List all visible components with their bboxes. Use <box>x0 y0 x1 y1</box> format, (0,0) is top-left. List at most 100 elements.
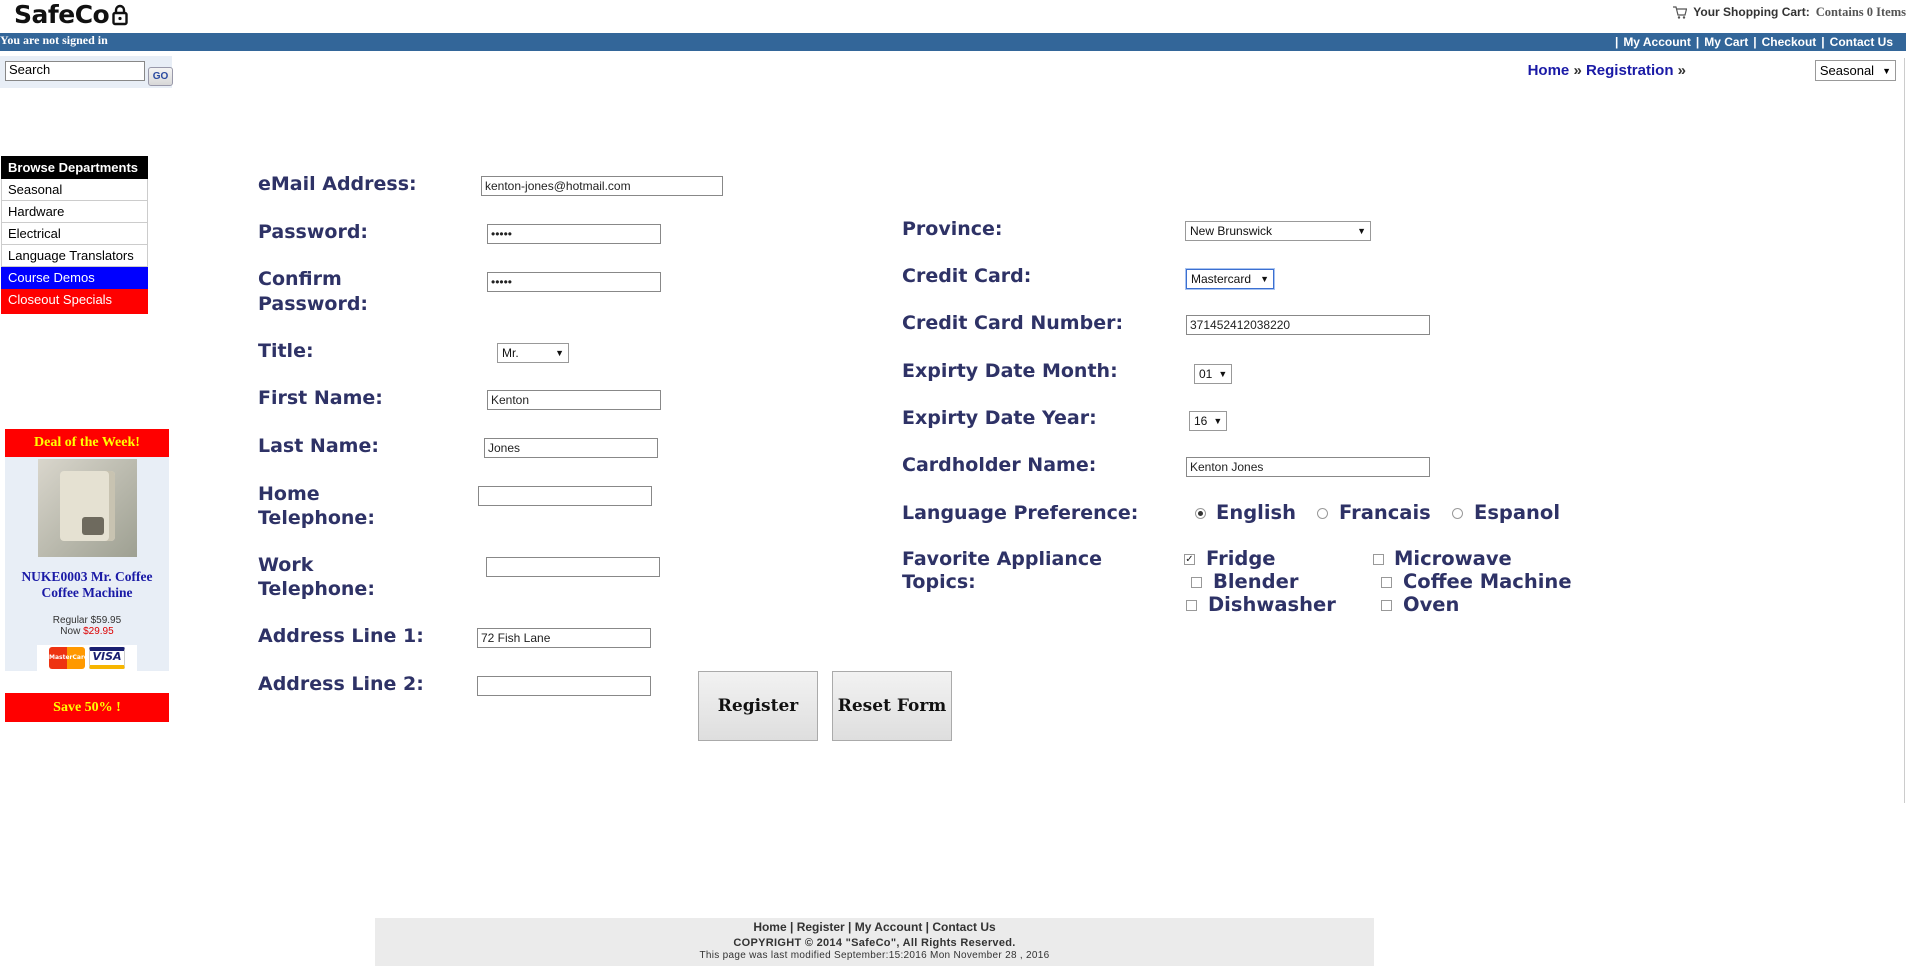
work-telephone-field[interactable] <box>486 557 660 577</box>
nav-my-account[interactable]: My Account <box>1623 35 1691 49</box>
first-name-field[interactable]: Kenton <box>487 390 661 410</box>
credit-card-select[interactable]: Mastercard ▼ <box>1186 269 1274 289</box>
chevron-down-icon: ▼ <box>1882 65 1891 76</box>
language-english-radio[interactable] <box>1195 508 1206 519</box>
credit-card-select-value: Mastercard <box>1191 272 1252 286</box>
footer-link-my-account[interactable]: My Account <box>855 920 923 934</box>
departments-title: Browse Departments <box>1 156 148 179</box>
nav-sep: | <box>1695 35 1700 49</box>
work-telephone-label-2: Telephone: <box>258 578 375 600</box>
expiry-month-label: Expirty Date Month: <box>902 360 1118 382</box>
appliance-topics-label-2: Topics: <box>902 571 976 593</box>
nav-checkout[interactable]: Checkout <box>1762 35 1817 49</box>
topic-coffee-machine-label: Coffee Machine <box>1403 570 1572 593</box>
address-line-2-label: Address Line 2: <box>258 673 424 695</box>
search-input[interactable]: Search <box>5 61 145 81</box>
chevron-down-icon: ▼ <box>1218 369 1228 379</box>
logo-text: SafeCo <box>14 0 110 29</box>
cart-icon <box>1673 5 1688 19</box>
deal-title: Deal of the Week! <box>5 429 169 457</box>
expiry-year-select-value: 16 <box>1194 414 1208 428</box>
confirm-password-field[interactable]: ••••• <box>487 272 661 292</box>
home-telephone-field[interactable] <box>478 486 652 506</box>
confirm-password-label-1: Confirm <box>258 268 342 290</box>
signin-status: You are not signed in <box>0 33 108 47</box>
topic-oven-label: Oven <box>1403 593 1460 616</box>
title-select[interactable]: Mr. ▼ <box>497 343 569 363</box>
language-francais-label: Francais <box>1339 501 1431 524</box>
address-line-1-field[interactable]: 72 Fish Lane <box>477 628 651 648</box>
nav-contact-us[interactable]: Contact Us <box>1830 35 1893 49</box>
appliance-topics-label-1: Favorite Appliance <box>902 548 1103 570</box>
breadcrumb-registration[interactable]: Registration <box>1586 62 1674 79</box>
title-label: Title: <box>258 340 314 362</box>
topic-fridge-checkbox[interactable]: ✓ <box>1184 554 1195 565</box>
last-name-field[interactable]: Jones <box>484 438 658 458</box>
language-espanol-label: Espanol <box>1474 501 1561 524</box>
topic-blender-checkbox[interactable] <box>1191 577 1202 588</box>
topic-blender-label: Blender <box>1213 570 1299 593</box>
reset-form-button[interactable]: Reset Form <box>832 671 952 741</box>
expiry-year-label: Expirty Date Year: <box>902 407 1097 429</box>
credit-card-number-label: Credit Card Number: <box>902 312 1124 334</box>
topic-coffee-machine-checkbox[interactable] <box>1381 577 1392 588</box>
province-select[interactable]: New Brunswick ▼ <box>1185 221 1371 241</box>
footer-last-modified: This page was last modified September:15… <box>699 950 1050 961</box>
nav-sep: | <box>1821 35 1825 49</box>
footer-link-register[interactable]: Register <box>797 920 845 934</box>
deal-product-name[interactable]: NUKE0003 Mr. Coffee Coffee Machine <box>5 569 169 601</box>
topic-dishwasher-checkbox[interactable] <box>1186 600 1197 611</box>
nav-my-cart[interactable]: My Cart <box>1704 35 1748 49</box>
title-select-value: Mr. <box>502 346 519 360</box>
expiry-month-select[interactable]: 01 ▼ <box>1194 364 1232 384</box>
dept-course-demos[interactable]: Course Demos <box>1 267 148 289</box>
departments-menu: Browse Departments Seasonal Hardware Ele… <box>1 156 148 314</box>
language-espanol-radio[interactable] <box>1452 508 1463 519</box>
dept-language-translators[interactable]: Language Translators <box>1 245 148 267</box>
go-button[interactable]: GO <box>148 67 173 86</box>
footer-copyright: COPYRIGHT © 2014 "SafeCo", All Rights Re… <box>733 937 1016 949</box>
site-logo[interactable]: SafeCo <box>14 0 128 29</box>
category-select[interactable]: Seasonal ▼ <box>1814 60 1896 81</box>
home-telephone-label-1: Home <box>258 483 320 505</box>
shopping-cart-info[interactable]: Your Shopping Cart: Contains 0 Items <box>1673 0 1906 24</box>
register-button[interactable]: Register <box>698 671 818 741</box>
nav-sep: | <box>1614 35 1619 49</box>
deal-now-line: Now $29.95 <box>5 626 169 637</box>
deal-product-image[interactable] <box>37 459 137 557</box>
dept-seasonal[interactable]: Seasonal <box>1 179 148 201</box>
footer-link-contact-us[interactable]: Contact Us <box>932 920 995 934</box>
confirm-password-label-2: Password: <box>258 293 369 315</box>
footer-link-home[interactable]: Home <box>753 920 786 934</box>
password-field[interactable]: ••••• <box>487 224 661 244</box>
cart-count: Contains 0 Items <box>1815 4 1906 19</box>
breadcrumb: Home » Registration » <box>1528 62 1686 79</box>
dept-electrical[interactable]: Electrical <box>1 223 148 245</box>
category-select-value: Seasonal <box>1819 63 1875 78</box>
cardholder-name-field[interactable]: Kenton Jones <box>1186 457 1430 477</box>
province-select-value: New Brunswick <box>1190 224 1273 238</box>
email-field[interactable]: kenton-jones@hotmail.com <box>481 176 723 196</box>
lock-icon <box>112 4 128 25</box>
dept-hardware[interactable]: Hardware <box>1 201 148 223</box>
credit-card-number-field[interactable]: 371452412038220 <box>1186 315 1430 335</box>
language-preference-label: Language Preference: <box>902 502 1139 524</box>
expiry-year-select[interactable]: 16 ▼ <box>1189 411 1227 431</box>
language-francais-radio[interactable] <box>1317 508 1328 519</box>
breadcrumb-sep: » <box>1677 62 1686 79</box>
payment-cards: MasterCard VISA <box>37 645 137 671</box>
topic-microwave-checkbox[interactable] <box>1373 554 1384 565</box>
save-banner[interactable]: Save 50% ! <box>5 693 169 722</box>
province-label: Province: <box>902 218 1003 240</box>
footer-links: Home | Register | My Account | Contact U… <box>753 920 996 934</box>
topic-microwave-label: Microwave <box>1394 547 1512 570</box>
email-label: eMail Address: <box>258 173 417 195</box>
page-edge-divider <box>1904 58 1905 803</box>
chevron-down-icon: ▼ <box>1357 226 1366 236</box>
dept-closeout-specials[interactable]: Closeout Specials <box>1 289 148 314</box>
topic-oven-checkbox[interactable] <box>1381 600 1392 611</box>
deal-now-price: $29.95 <box>83 626 114 637</box>
address-line-2-field[interactable] <box>477 676 651 696</box>
breadcrumb-home[interactable]: Home <box>1528 62 1570 79</box>
work-telephone-label-1: Work <box>258 554 314 576</box>
